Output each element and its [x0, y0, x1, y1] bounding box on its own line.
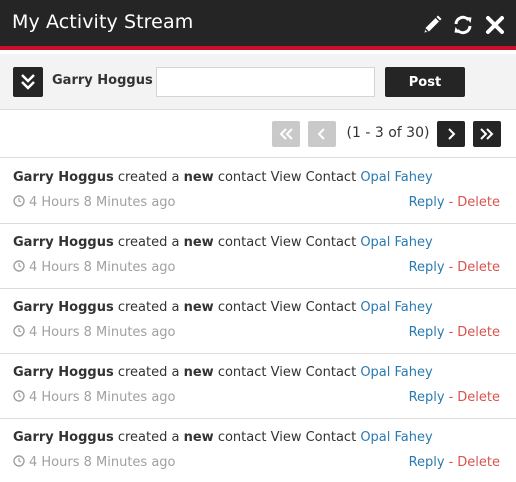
- delete-link[interactable]: Delete: [457, 260, 500, 275]
- last-page-button[interactable]: [473, 121, 501, 147]
- item-actions: Reply - Delete: [409, 325, 500, 340]
- reply-link[interactable]: Reply: [409, 260, 445, 275]
- close-icon[interactable]: [484, 14, 506, 36]
- timestamp-text: 4 Hours 8 Minutes ago: [29, 260, 176, 275]
- reply-link[interactable]: Reply: [409, 195, 445, 210]
- activity-item: Garry Hoggus created a new contact View …: [0, 354, 516, 419]
- action-separator: -: [448, 260, 454, 275]
- timestamp-text: 4 Hours 8 Minutes ago: [29, 195, 176, 210]
- activity-verb: created a: [117, 170, 180, 185]
- prev-page-button[interactable]: [308, 121, 336, 147]
- widget-title: My Activity Stream: [12, 11, 194, 33]
- timestamp-text: 4 Hours 8 Minutes ago: [29, 325, 176, 340]
- activity-text: Garry Hoggus created a new contact View …: [13, 300, 433, 315]
- activity-text: Garry Hoggus created a new contact View …: [13, 365, 433, 380]
- contact-link[interactable]: Opal Fahey: [360, 365, 432, 380]
- timestamp: 4 Hours 8 Minutes ago: [13, 390, 176, 405]
- activity-object: contact View Contact: [217, 430, 357, 445]
- activity-verb: created a: [117, 430, 180, 445]
- clock-icon: [13, 390, 25, 402]
- reply-link[interactable]: Reply: [409, 390, 445, 405]
- contact-link[interactable]: Opal Fahey: [360, 300, 432, 315]
- pencil-icon[interactable]: [421, 14, 443, 36]
- activity-feed: Garry Hoggus created a new contact View …: [0, 159, 516, 482]
- activity-text: Garry Hoggus created a new contact View …: [13, 235, 433, 250]
- widget-header: My Activity Stream: [0, 0, 516, 50]
- item-actions: Reply - Delete: [409, 195, 500, 210]
- activity-adjective: new: [183, 235, 214, 250]
- activity-adjective: new: [183, 430, 214, 445]
- timestamp: 4 Hours 8 Minutes ago: [13, 325, 176, 340]
- double-chevron-down-icon[interactable]: [13, 67, 43, 97]
- activity-object: contact View Contact: [217, 170, 357, 185]
- activity-item: Garry Hoggus created a new contact View …: [0, 419, 516, 482]
- post-input[interactable]: [156, 67, 375, 97]
- first-page-button[interactable]: [272, 121, 300, 147]
- post-user-label: Garry Hoggus: [52, 73, 153, 88]
- contact-link[interactable]: Opal Fahey: [360, 170, 432, 185]
- activity-adjective: new: [183, 170, 214, 185]
- delete-link[interactable]: Delete: [457, 455, 500, 470]
- activity-adjective: new: [183, 365, 214, 380]
- timestamp-text: 4 Hours 8 Minutes ago: [29, 390, 176, 405]
- delete-link[interactable]: Delete: [457, 195, 500, 210]
- activity-item: Garry Hoggus created a new contact View …: [0, 289, 516, 354]
- actor-name: Garry Hoggus: [13, 300, 114, 315]
- activity-item: Garry Hoggus created a new contact View …: [0, 224, 516, 289]
- actor-name: Garry Hoggus: [13, 170, 114, 185]
- activity-verb: created a: [117, 235, 180, 250]
- post-button[interactable]: Post: [385, 67, 465, 97]
- activity-verb: created a: [117, 365, 180, 380]
- clock-icon: [13, 195, 25, 207]
- timestamp: 4 Hours 8 Minutes ago: [13, 195, 176, 210]
- timestamp-text: 4 Hours 8 Minutes ago: [29, 455, 176, 470]
- timestamp: 4 Hours 8 Minutes ago: [13, 455, 176, 470]
- activity-adjective: new: [183, 300, 214, 315]
- activity-text: Garry Hoggus created a new contact View …: [13, 430, 433, 445]
- post-bar: Garry Hoggus Post: [0, 54, 516, 110]
- actor-name: Garry Hoggus: [13, 365, 114, 380]
- next-page-button[interactable]: [437, 121, 465, 147]
- refresh-icon[interactable]: [452, 14, 474, 36]
- clock-icon: [13, 325, 25, 337]
- activity-item: Garry Hoggus created a new contact View …: [0, 159, 516, 224]
- actor-name: Garry Hoggus: [13, 235, 114, 250]
- timestamp: 4 Hours 8 Minutes ago: [13, 260, 176, 275]
- delete-link[interactable]: Delete: [457, 325, 500, 340]
- activity-object: contact View Contact: [217, 300, 357, 315]
- item-actions: Reply - Delete: [409, 390, 500, 405]
- action-separator: -: [448, 390, 454, 405]
- action-separator: -: [448, 325, 454, 340]
- contact-link[interactable]: Opal Fahey: [360, 430, 432, 445]
- reply-link[interactable]: Reply: [409, 325, 445, 340]
- activity-object: contact View Contact: [217, 365, 357, 380]
- contact-link[interactable]: Opal Fahey: [360, 235, 432, 250]
- activity-text: Garry Hoggus created a new contact View …: [13, 170, 433, 185]
- item-actions: Reply - Delete: [409, 455, 500, 470]
- reply-link[interactable]: Reply: [409, 455, 445, 470]
- item-actions: Reply - Delete: [409, 260, 500, 275]
- clock-icon: [13, 260, 25, 272]
- action-separator: -: [448, 195, 454, 210]
- page-info: (1 - 3 of 30): [346, 125, 430, 141]
- actor-name: Garry Hoggus: [13, 430, 114, 445]
- action-separator: -: [448, 455, 454, 470]
- clock-icon: [13, 455, 25, 467]
- delete-link[interactable]: Delete: [457, 390, 500, 405]
- pagination: (1 - 3 of 30): [0, 110, 516, 158]
- activity-object: contact View Contact: [217, 235, 357, 250]
- activity-verb: created a: [117, 300, 180, 315]
